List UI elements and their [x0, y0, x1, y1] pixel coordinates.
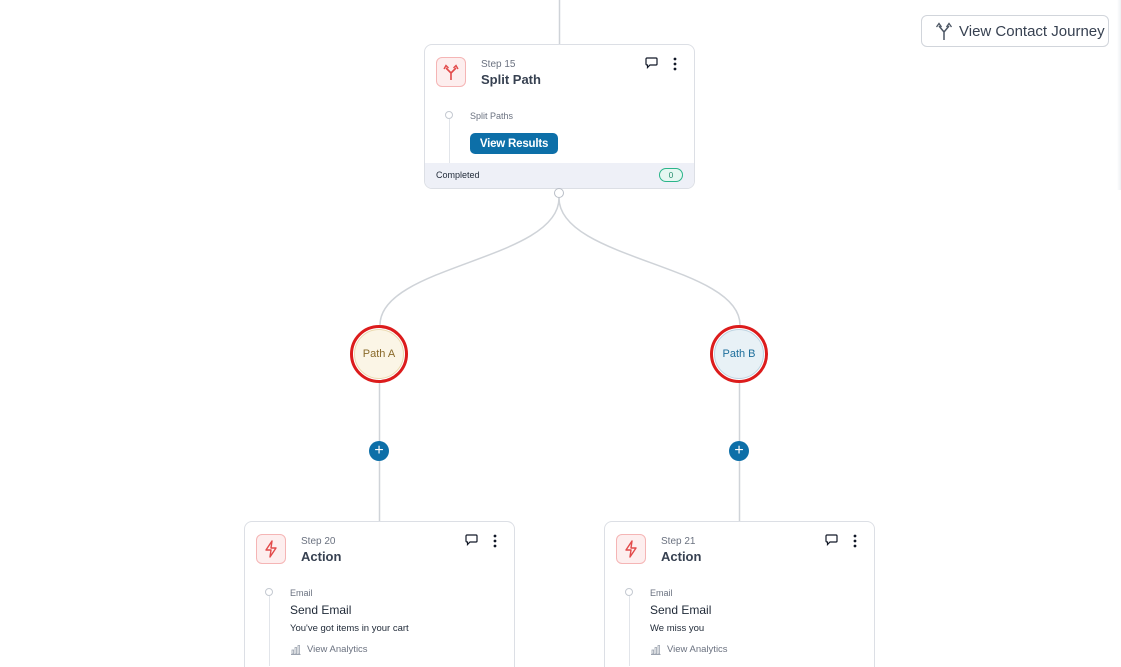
view-analytics-link[interactable]: View Analytics: [290, 644, 368, 655]
action-description: You've got items in your cart: [290, 623, 409, 634]
action-type-label: Email: [650, 588, 673, 598]
lightning-icon: [616, 534, 646, 564]
add-step-button-path-b[interactable]: +: [729, 441, 749, 461]
action-card-step-21[interactable]: Step 21 Action Email Send Email We miss …: [604, 521, 875, 667]
comment-icon[interactable]: [645, 57, 658, 69]
card-footer: Completed 0: [425, 163, 694, 188]
branch-split-icon: [935, 21, 953, 41]
timeline-line: [269, 596, 270, 666]
comment-icon[interactable]: [465, 534, 478, 546]
right-panel-edge: [1117, 0, 1121, 190]
card-title: Action: [301, 549, 342, 564]
status-text: Completed: [436, 170, 480, 180]
step-label: Step 15: [481, 59, 516, 70]
split-paths-label: Split Paths: [470, 111, 514, 121]
bar-chart-icon: [650, 644, 661, 655]
action-type-label: Email: [290, 588, 313, 598]
split-path-card[interactable]: Step 15 Split Path Split Paths View Resu…: [424, 44, 695, 189]
timeline-dot: [265, 588, 273, 596]
view-analytics-label: View Analytics: [667, 644, 728, 655]
bar-chart-icon: [290, 644, 301, 655]
journey-canvas[interactable]: View Contact Journey Step 15 Split Path …: [0, 0, 1121, 667]
view-contact-journey-button[interactable]: View Contact Journey: [921, 15, 1109, 47]
timeline-line: [629, 596, 630, 666]
action-name: Send Email: [290, 603, 352, 617]
action-name: Send Email: [650, 603, 712, 617]
timeline-dot: [445, 111, 453, 119]
path-b-label: Path B: [714, 329, 764, 379]
timeline-dot: [625, 588, 633, 596]
step-label: Step 21: [661, 536, 696, 547]
action-card-step-20[interactable]: Step 20 Action Email Send Email You've g…: [244, 521, 515, 667]
card-title: Action: [661, 549, 702, 564]
more-options-icon[interactable]: [672, 56, 678, 72]
path-a-node[interactable]: Path A: [350, 325, 408, 383]
view-contact-journey-label: View Contact Journey: [959, 22, 1105, 40]
path-b-node[interactable]: Path B: [710, 325, 768, 383]
view-results-button[interactable]: View Results: [470, 133, 558, 154]
view-analytics-label: View Analytics: [307, 644, 368, 655]
count-badge: 0: [659, 168, 683, 182]
more-options-icon[interactable]: [492, 533, 498, 549]
lightning-icon: [256, 534, 286, 564]
action-description: We miss you: [650, 623, 705, 634]
step-label: Step 20: [301, 536, 336, 547]
path-a-label: Path A: [354, 329, 404, 379]
more-options-icon[interactable]: [852, 533, 858, 549]
timeline-line: [449, 119, 450, 164]
comment-icon[interactable]: [825, 534, 838, 546]
card-title: Split Path: [481, 72, 541, 87]
add-step-button-path-a[interactable]: +: [369, 441, 389, 461]
split-output-connector[interactable]: [554, 188, 564, 198]
split-path-icon: [436, 57, 466, 87]
view-analytics-link[interactable]: View Analytics: [650, 644, 728, 655]
